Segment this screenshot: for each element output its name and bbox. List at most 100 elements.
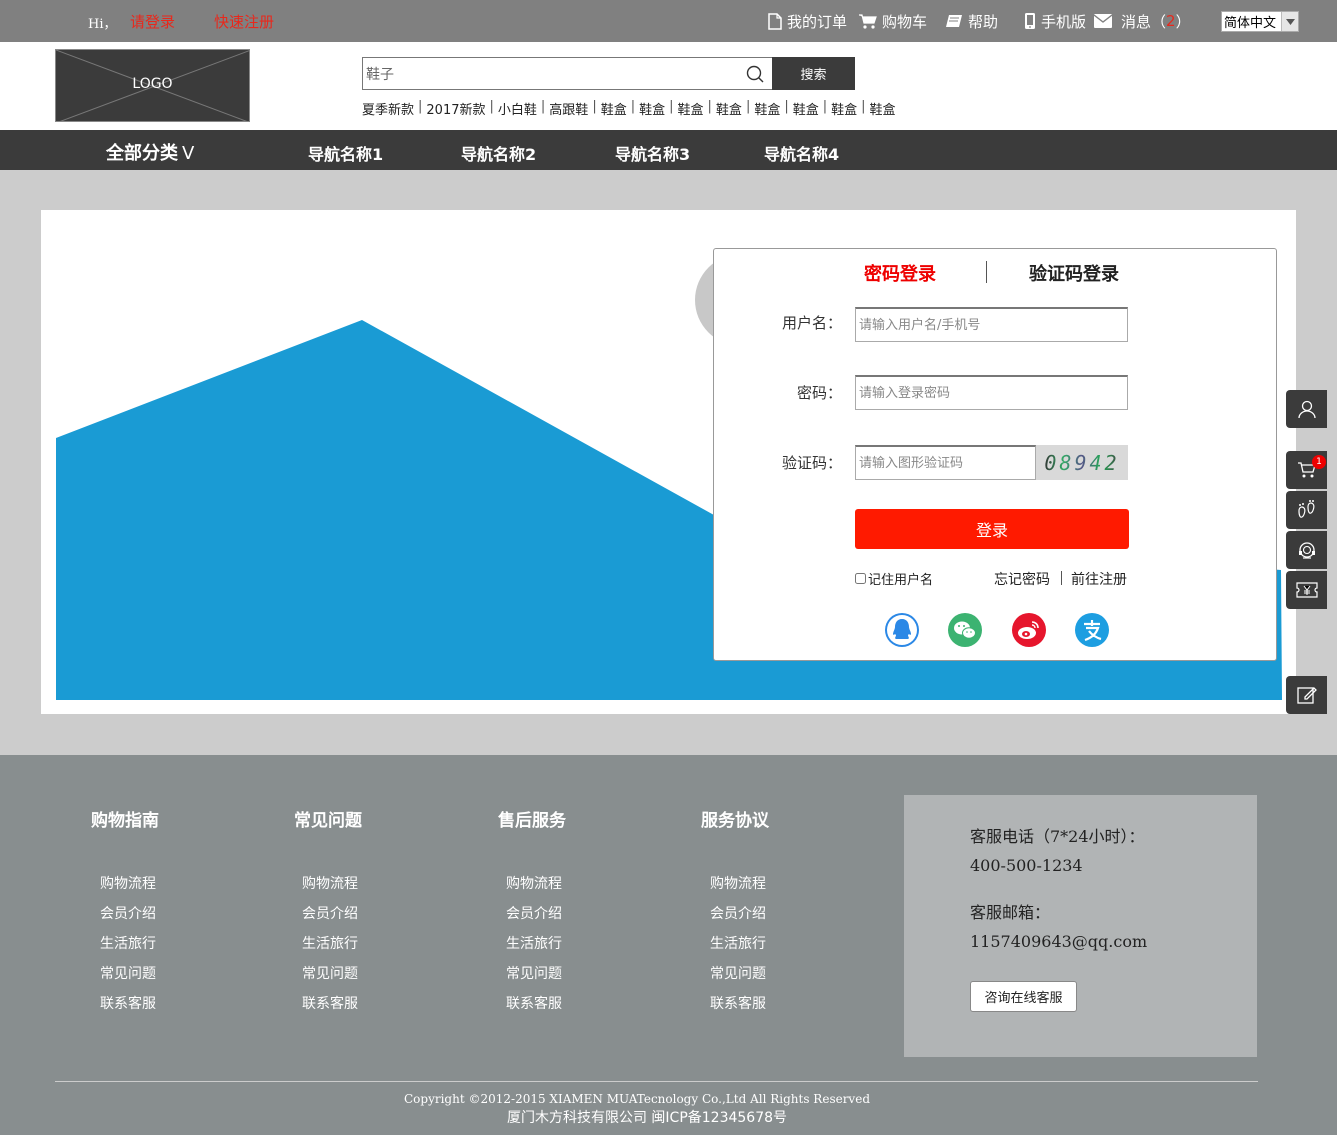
phone-label: 客服电话（7*24小时）： (970, 827, 1145, 846)
hot-word-link[interactable]: 2017新款 (426, 99, 485, 118)
messages-link[interactable]: 消息（ 2） (1094, 11, 1191, 31)
hot-word-link[interactable]: 鞋盒 (793, 99, 819, 118)
footer-link[interactable]: 购物流程 (506, 873, 562, 893)
hot-word-link[interactable]: 小白鞋 (498, 99, 537, 118)
hot-word-link[interactable]: 鞋盒 (678, 99, 704, 118)
hot-word-separator: | (707, 99, 712, 114)
footer-link[interactable]: 会员介绍 (710, 903, 766, 923)
search-input[interactable] (363, 58, 733, 89)
footer-link[interactable]: 生活旅行 (100, 933, 156, 953)
help-label: 帮助 (968, 12, 999, 31)
hot-word-separator: | (418, 99, 423, 114)
footer-link[interactable]: 联系客服 (710, 993, 766, 1013)
captcha-image[interactable]: 08942 (1036, 445, 1128, 480)
document-icon (768, 12, 782, 30)
my-orders-link[interactable]: 我的订单 (768, 11, 847, 31)
footer-link[interactable]: 常见问题 (302, 963, 358, 983)
login-link[interactable]: 请登录 (130, 11, 175, 32)
sidebar-coupon-button[interactable] (1286, 571, 1327, 609)
link-divider (1061, 571, 1062, 585)
username-input[interactable] (855, 307, 1128, 342)
chevron-down-icon (1281, 12, 1298, 31)
mobile-link[interactable]: 手机版 (1024, 11, 1086, 31)
edit-icon (1296, 687, 1317, 704)
footer-link[interactable]: 购物流程 (100, 873, 156, 893)
qq-login-button[interactable] (885, 613, 919, 647)
footer-link[interactable]: 常见问题 (506, 963, 562, 983)
nav-item-3[interactable]: 导航名称3 (615, 141, 690, 165)
user-icon (1297, 400, 1316, 419)
forgot-password-link[interactable]: 忘记密码 (994, 569, 1050, 589)
alipay-login-button[interactable] (1075, 613, 1109, 647)
hot-word-link[interactable]: 高跟鞋 (549, 99, 588, 118)
cart-link[interactable]: 购物车 (859, 11, 927, 31)
footer-link[interactable]: 生活旅行 (710, 933, 766, 953)
messages-label: 消息（ (1121, 12, 1167, 31)
sidebar-footprint-button[interactable] (1286, 491, 1327, 529)
footer-link[interactable]: 会员介绍 (506, 903, 562, 923)
footer-link[interactable]: 会员介绍 (302, 903, 358, 923)
help-link[interactable]: 帮助 (945, 11, 998, 31)
language-select[interactable]: 简体中文 (1221, 11, 1299, 32)
logo[interactable]: LOGO (55, 49, 250, 122)
my-orders-label: 我的订单 (787, 12, 848, 31)
footer-link[interactable]: 联系客服 (100, 993, 156, 1013)
nav-item-2[interactable]: 导航名称2 (461, 141, 536, 165)
tab-password-login[interactable]: 密码登录 (864, 260, 936, 286)
wechat-login-button[interactable] (948, 613, 982, 647)
hot-word-link[interactable]: 鞋盒 (831, 99, 857, 118)
sidebar-feedback-button[interactable] (1286, 676, 1327, 714)
footer-link[interactable]: 会员介绍 (100, 903, 156, 923)
footer-col-title: 购物指南 (91, 811, 159, 831)
email-address: 1157409643@qq.com (970, 932, 1148, 951)
cart-label: 购物车 (882, 12, 928, 31)
sidebar-user-button[interactable] (1286, 390, 1327, 428)
footer-link[interactable]: 生活旅行 (506, 933, 562, 953)
footer-link[interactable]: 生活旅行 (302, 933, 358, 953)
online-service-button[interactable]: 咨询在线客服 (970, 981, 1077, 1012)
footer-link[interactable]: 常见问题 (710, 963, 766, 983)
sidebar-service-button[interactable] (1286, 531, 1327, 569)
footer-link[interactable]: 常见问题 (100, 963, 156, 983)
tab-divider (986, 261, 987, 283)
hot-word-link[interactable]: 鞋盒 (639, 99, 665, 118)
all-categories[interactable]: 全部分类 V (106, 139, 194, 165)
footer-col-title: 常见问题 (294, 811, 362, 831)
register-link[interactable]: 快速注册 (214, 11, 274, 32)
hot-word-link[interactable]: 鞋盒 (754, 99, 780, 118)
hot-word-separator: | (861, 99, 866, 114)
hot-word-link[interactable]: 夏季新款 (362, 99, 414, 118)
go-register-link[interactable]: 前往注册 (1071, 569, 1127, 589)
book-icon (946, 15, 962, 27)
login-button[interactable]: 登录 (855, 509, 1129, 549)
search-icon[interactable] (746, 65, 764, 83)
login-panel: 密码登录 验证码登录 用户名： 密码： 验证码： 08942 登录 记住用户名 … (713, 248, 1277, 661)
captcha-text: 08942 (1044, 450, 1120, 475)
all-categories-arrow: V (182, 143, 195, 164)
copyright: Copyright ©2012-2015 XIAMEN MUATecnology… (403, 1092, 870, 1106)
tab-code-login[interactable]: 验证码登录 (1029, 260, 1119, 286)
icp-info: 厦门木方科技有限公司 闽ICP备12345678号 (506, 1110, 788, 1126)
hot-word-link[interactable]: 鞋盒 (870, 99, 896, 118)
captcha-input[interactable] (855, 445, 1036, 480)
footer-link[interactable]: 购物流程 (710, 873, 766, 893)
hot-word-link[interactable]: 鞋盒 (716, 99, 742, 118)
search-button[interactable]: 搜索 (772, 57, 855, 90)
main-nav: 全部分类 V 导航名称1 导航名称2 导航名称3 导航名称4 (0, 130, 1337, 170)
nav-item-4[interactable]: 导航名称4 (764, 141, 839, 165)
remember-username[interactable]: 记住用户名 (855, 569, 933, 588)
remember-checkbox[interactable] (855, 573, 866, 584)
hot-word-link[interactable]: 鞋盒 (601, 99, 627, 118)
password-input[interactable] (855, 375, 1128, 410)
coupon-icon (1295, 582, 1318, 598)
hot-word-separator: | (822, 99, 828, 114)
footer-link[interactable]: 购物流程 (302, 873, 358, 893)
messages-count: 2 (1166, 12, 1176, 30)
weibo-login-button[interactable] (1012, 613, 1046, 647)
alipay-icon (1084, 620, 1102, 642)
nav-item-1[interactable]: 导航名称1 (308, 141, 383, 165)
footer-link[interactable]: 联系客服 (302, 993, 358, 1013)
username-label: 用户名： (781, 314, 842, 332)
contact-box: 客服电话（7*24小时）： 400-500-1234 客服邮箱： 1157409… (904, 795, 1257, 1057)
footer-link[interactable]: 联系客服 (506, 993, 562, 1013)
